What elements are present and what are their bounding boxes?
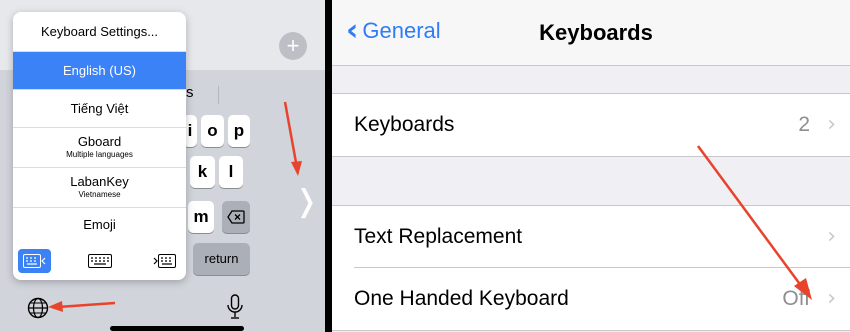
left-handed-keyboard-icon[interactable]	[18, 249, 51, 273]
one-handed-layout-options	[13, 242, 186, 280]
menu-item-label: Gboard	[77, 134, 122, 149]
menu-item-label: English (US)	[63, 63, 136, 78]
navigation-bar: ‹ General Keyboards	[332, 0, 850, 66]
microphone-icon[interactable]	[226, 294, 244, 320]
suggestion-text[interactable]: s	[186, 84, 194, 101]
chevron-right-icon: ›	[827, 286, 836, 311]
home-indicator	[110, 326, 244, 331]
row-keyboards[interactable]: Keyboards 2 ›	[332, 94, 850, 156]
keyboard-screen: + s i o p k l m return ❭ Keyboard Settin…	[0, 0, 325, 332]
menu-item-emoji[interactable]: Emoji	[13, 208, 186, 242]
plus-icon[interactable]: +	[279, 32, 307, 60]
return-key[interactable]: return	[193, 243, 250, 275]
menu-item-subtitle: Multiple languages	[66, 150, 133, 159]
full-keyboard-icon[interactable]	[83, 249, 116, 273]
key-m[interactable]: m	[188, 201, 214, 233]
row-value: Off	[782, 287, 810, 310]
key-o[interactable]: o	[201, 115, 224, 147]
page-title: Keyboards	[539, 20, 653, 45]
row-value: 2	[798, 113, 810, 136]
right-handed-keyboard-icon[interactable]	[147, 249, 180, 273]
separator	[332, 156, 850, 157]
menu-item-label: Emoji	[83, 217, 116, 232]
key-p[interactable]: p	[228, 115, 250, 147]
suggestion-divider	[218, 86, 219, 104]
menu-item-keyboard-settings[interactable]: Keyboard Settings...	[13, 12, 186, 52]
menu-item-label: Tiếng Việt	[70, 101, 129, 116]
separator	[332, 330, 850, 331]
row-label: Text Replacement	[354, 225, 523, 248]
menu-item-label: Keyboard Settings...	[40, 24, 159, 39]
menu-item-subtitle: Vietnamese	[78, 190, 121, 199]
row-label: Keyboards	[354, 113, 455, 136]
keyboards-settings-screen: ‹ General Keyboards Keyboards 2 › Text R…	[332, 0, 850, 332]
globe-icon[interactable]	[27, 297, 49, 319]
menu-item-tieng-viet[interactable]: Tiếng Việt	[13, 90, 186, 128]
keyboard-switcher-menu: Keyboard Settings... English (US) Tiếng …	[13, 12, 186, 280]
menu-item-gboard[interactable]: Gboard Multiple languages	[13, 128, 186, 168]
delete-key[interactable]	[222, 201, 250, 233]
row-one-handed-keyboard[interactable]: One Handed Keyboard Off ›	[332, 268, 850, 330]
panel-divider	[325, 0, 332, 332]
chevron-right-icon: ›	[827, 224, 836, 249]
delete-icon	[227, 210, 245, 224]
key-k[interactable]: k	[190, 156, 215, 188]
menu-item-english-us[interactable]: English (US)	[13, 52, 186, 90]
chevron-right-icon: ›	[827, 112, 836, 137]
row-text-replacement[interactable]: Text Replacement ›	[332, 206, 850, 268]
chevron-right-icon[interactable]: ❭	[294, 184, 319, 219]
menu-item-labankey[interactable]: LabanKey Vietnamese	[13, 168, 186, 208]
key-l[interactable]: l	[219, 156, 243, 188]
menu-item-label: LabanKey	[70, 174, 129, 189]
row-label: One Handed Keyboard	[354, 287, 569, 310]
